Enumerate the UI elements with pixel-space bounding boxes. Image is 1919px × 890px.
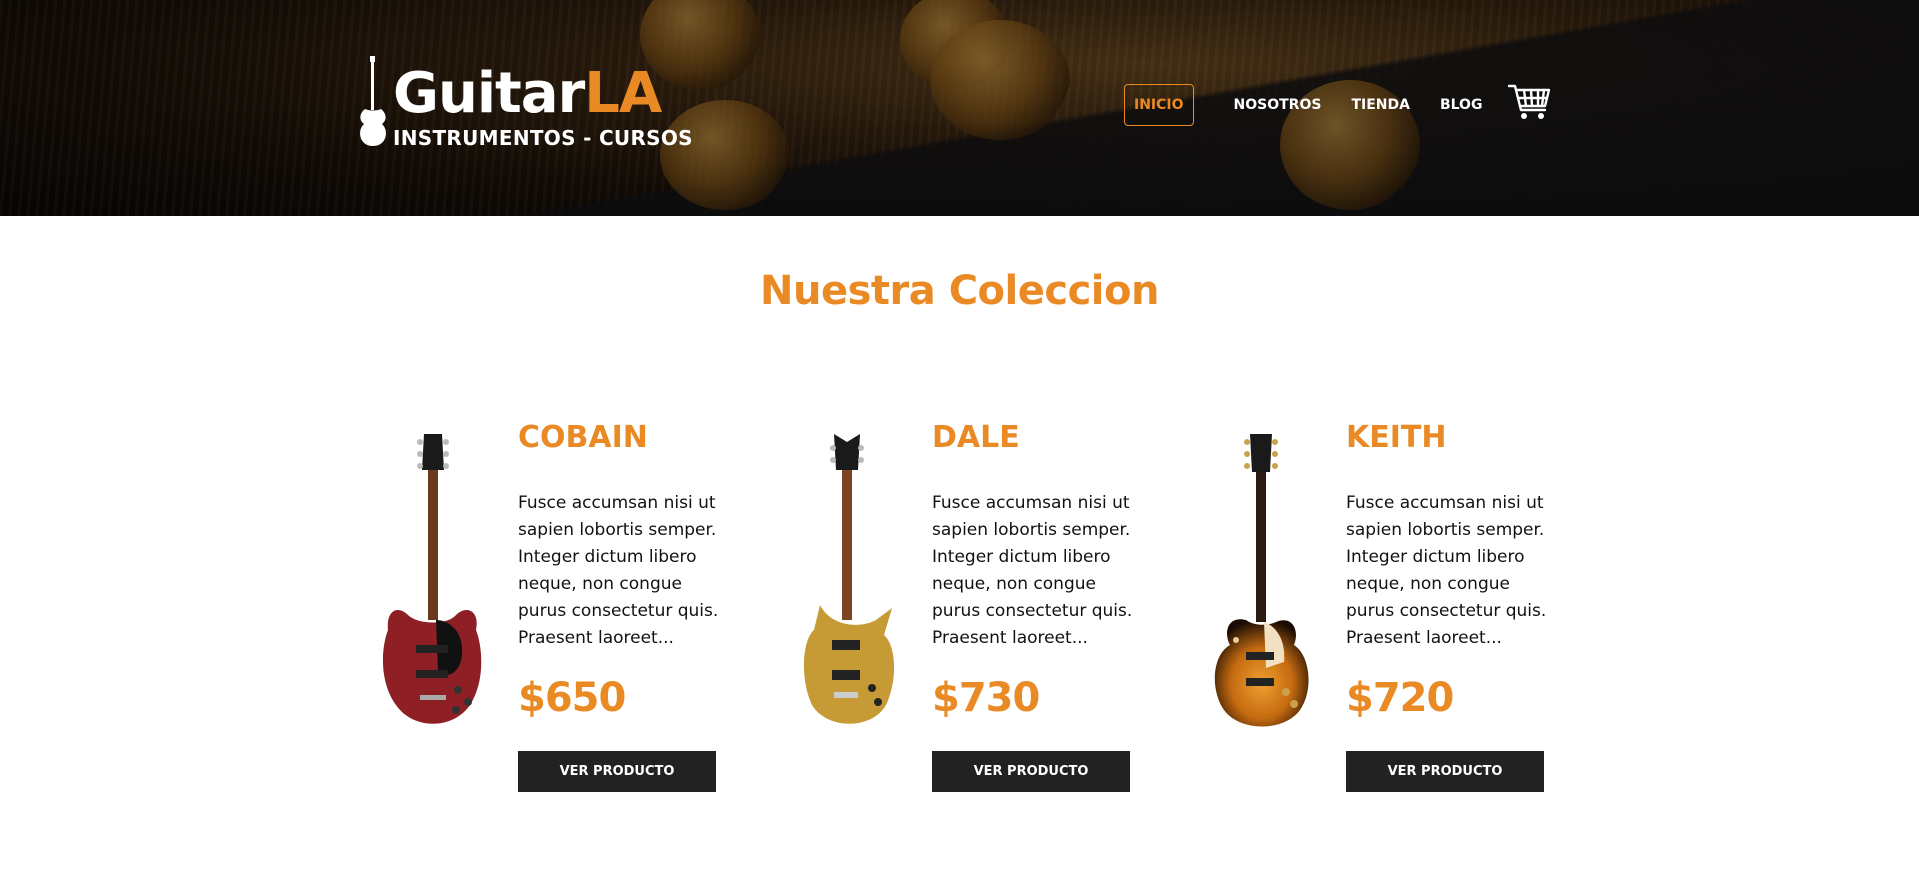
- nav-link-tienda[interactable]: TIENDA: [1341, 85, 1420, 125]
- guitar-cobain-image: [382, 434, 482, 724]
- view-product-button[interactable]: VER PRODUCTO: [932, 751, 1130, 792]
- site-logo[interactable]: GuitarLA INSTRUMENTOS - CURSOS: [357, 54, 693, 154]
- product-description: Fusce accumsan nisi ut sapien lobortis s…: [518, 493, 719, 648]
- guitar-keith-image: [1214, 434, 1309, 727]
- product-card-dale: DALE Fusce accumsan nisi ut sapien lobor…: [792, 420, 1212, 800]
- logo-word-la: LA: [584, 61, 662, 126]
- product-card-cobain: COBAIN Fusce accumsan nisi ut sapien lob…: [378, 420, 798, 800]
- view-product-button[interactable]: VER PRODUCTO: [1346, 751, 1544, 792]
- collection-title: Nuestra Coleccion: [760, 268, 1159, 314]
- product-description: Fusce accumsan nisi ut sapien lobortis s…: [1346, 493, 1547, 648]
- shopping-cart-icon[interactable]: [1507, 82, 1551, 122]
- product-price: $720: [1346, 675, 1454, 721]
- product-name: KEITH: [1346, 420, 1447, 455]
- main-navigation: INICIO NOSOTROS TIENDA BLOG: [1124, 84, 1502, 126]
- nav-link-nosotros[interactable]: NOSOTROS: [1224, 85, 1332, 125]
- guitar-logo-icon: [360, 56, 386, 146]
- product-name: COBAIN: [518, 420, 648, 455]
- product-card-keith: KEITH Fusce accumsan nisi ut sapien lobo…: [1206, 420, 1626, 800]
- view-product-button[interactable]: VER PRODUCTO: [518, 751, 716, 792]
- guitar-dale-image: [803, 434, 895, 724]
- product-price: $650: [518, 675, 626, 721]
- product-description: Fusce accumsan nisi ut sapien lobortis s…: [932, 493, 1133, 648]
- nav-link-inicio[interactable]: INICIO: [1124, 84, 1194, 126]
- product-name: DALE: [932, 420, 1020, 455]
- nav-link-blog[interactable]: BLOG: [1430, 85, 1493, 125]
- header-overlay: [0, 0, 1919, 216]
- logo-word-guitar: Guitar: [393, 61, 585, 126]
- logo-subtitle: INSTRUMENTOS - CURSOS: [393, 126, 693, 150]
- logo-wordmark: GuitarLA: [393, 61, 662, 126]
- site-header: GuitarLA INSTRUMENTOS - CURSOS INICIO NO…: [0, 0, 1919, 216]
- product-price: $730: [932, 675, 1040, 721]
